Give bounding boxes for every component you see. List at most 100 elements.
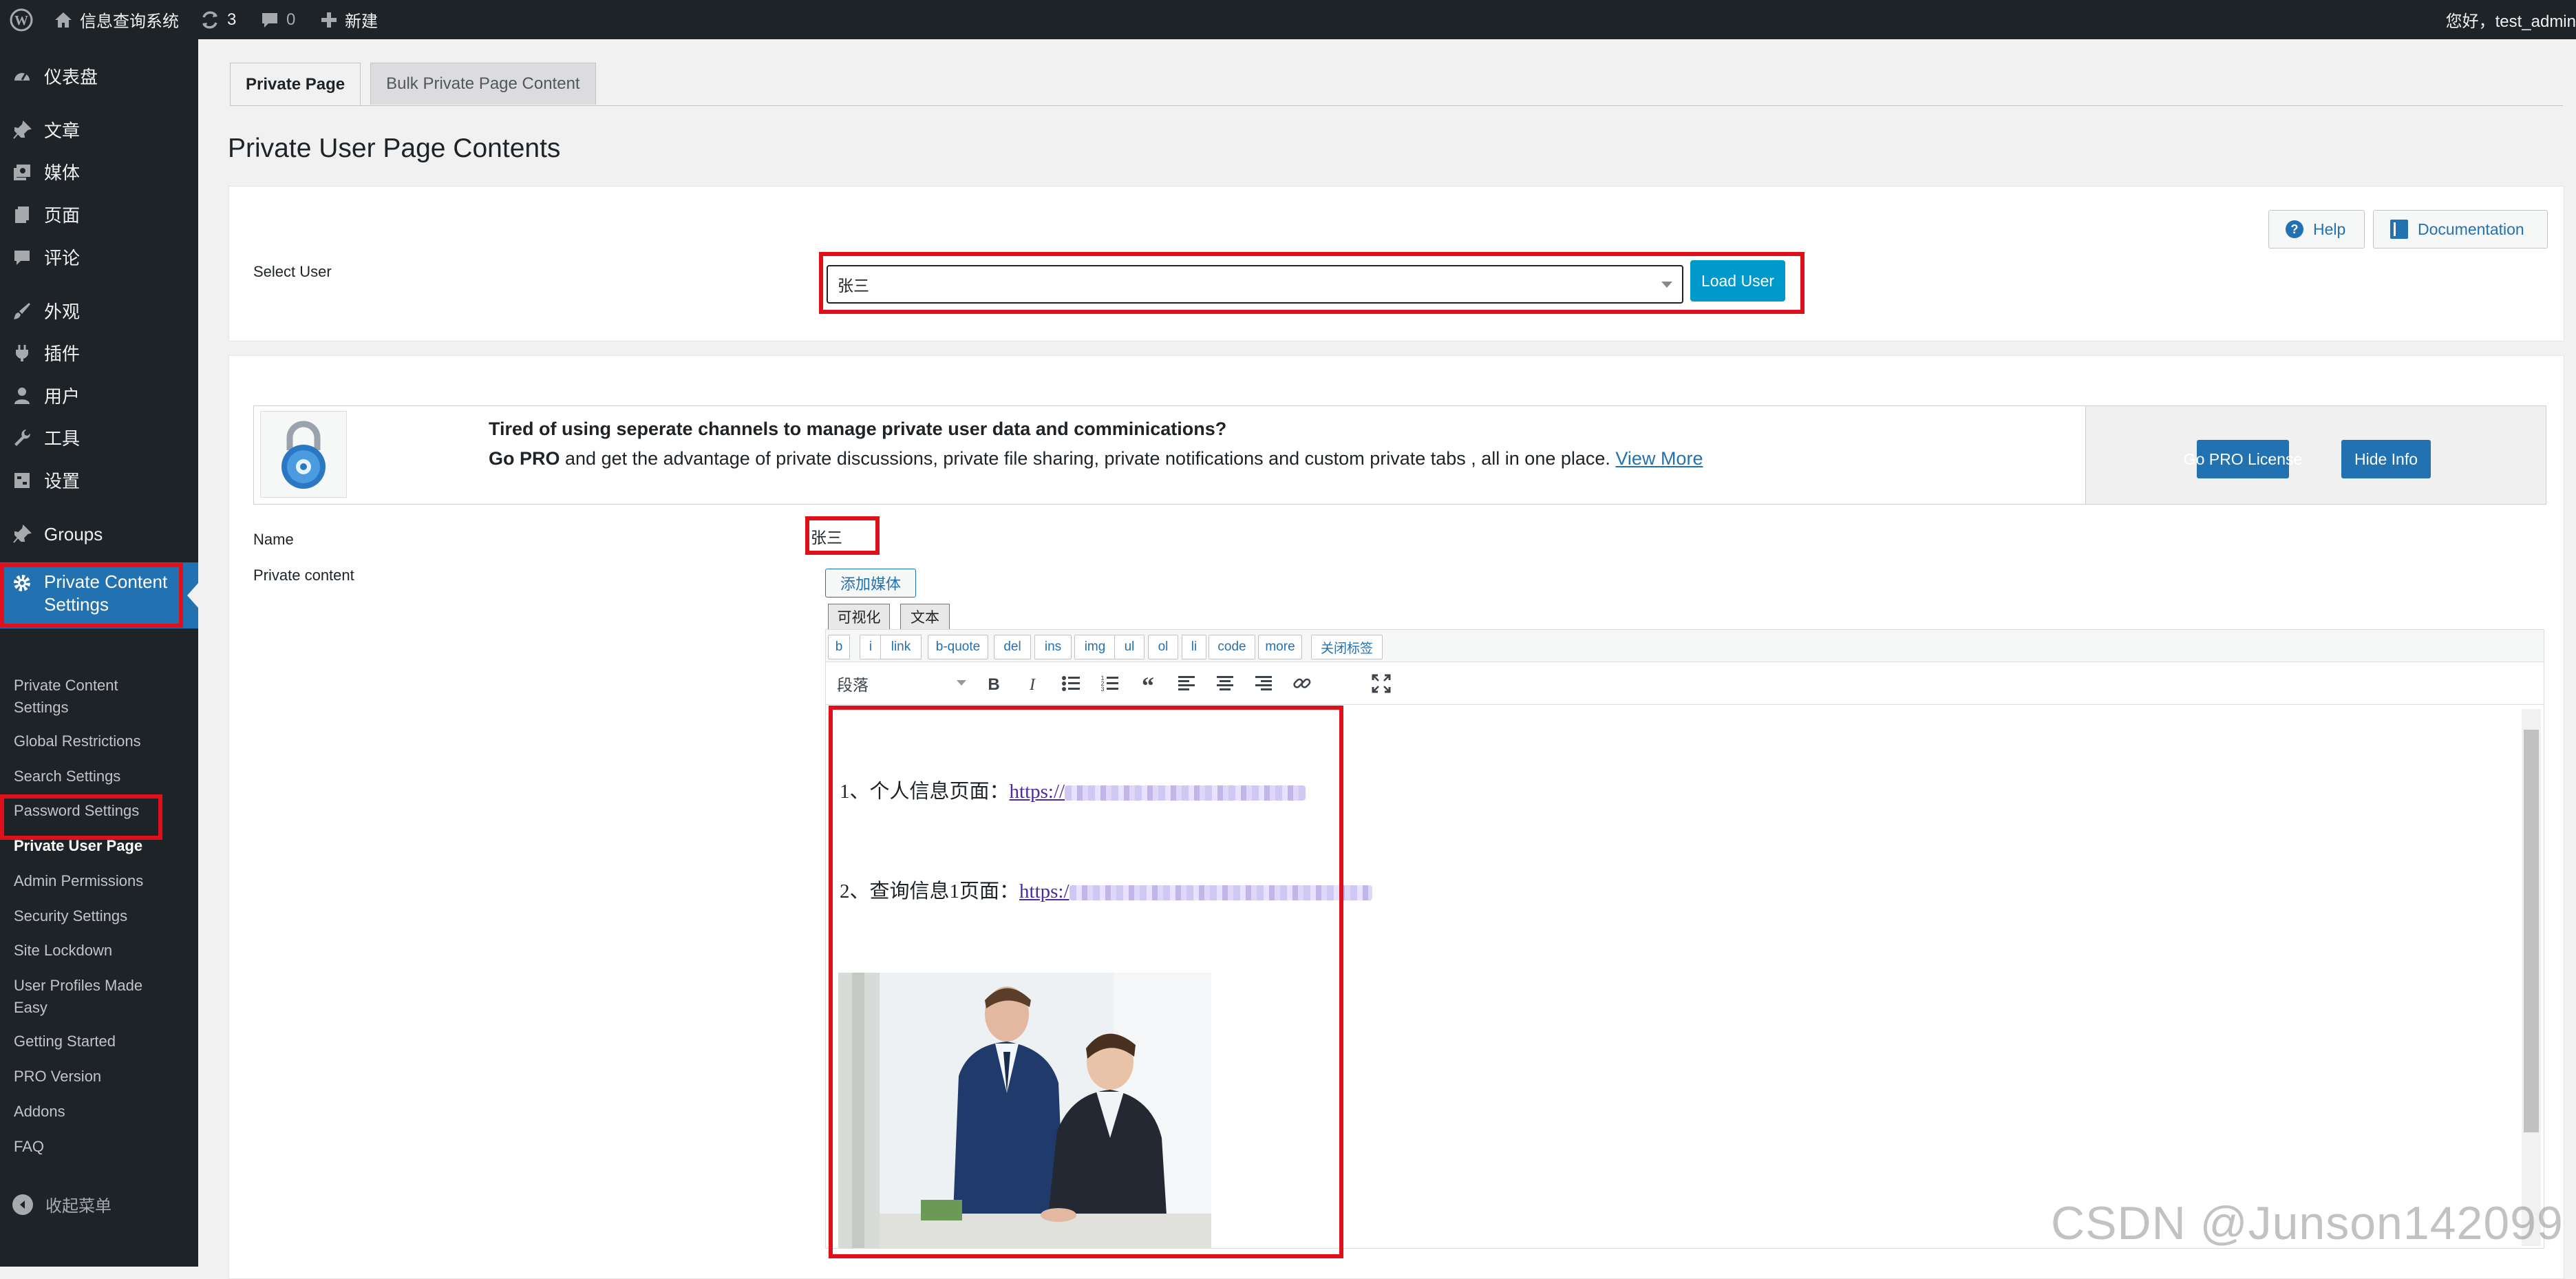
watermark: CSDN @Junson142099 (2051, 1197, 2564, 1249)
menu-pages[interactable]: 页面 (0, 202, 198, 227)
tab-text[interactable]: 文本 (900, 604, 950, 630)
collapse-arrow-icon (12, 1194, 33, 1215)
submenu-user-profiles[interactable]: User Profiles Made Easy (14, 975, 165, 1019)
comments-count: 0 (286, 10, 296, 29)
align-right-icon[interactable] (1250, 670, 1277, 697)
blockquote-icon[interactable]: “ (1135, 670, 1161, 697)
qt-ol-button[interactable]: ol (1148, 635, 1178, 659)
account-menu[interactable]: 您好，test_admin (2446, 0, 2576, 39)
qt-code-button[interactable]: code (1209, 635, 1255, 659)
submenu-pro-version[interactable]: PRO Version (14, 1066, 193, 1088)
menu-posts[interactable]: 文章 (0, 117, 198, 142)
go-pro-license-button[interactable]: Go PRO License (2184, 440, 2302, 478)
menu-media[interactable]: 媒体 (0, 159, 198, 184)
menu-comments[interactable]: 评论 (0, 244, 198, 270)
editor-scrollbar-thumb[interactable] (2524, 730, 2539, 1132)
numbered-list-icon[interactable]: 123 (1096, 670, 1122, 697)
padlock-icon (260, 411, 347, 498)
align-center-icon[interactable] (1212, 670, 1238, 697)
private-content-label: Private content (253, 567, 354, 584)
qt-more-button[interactable]: more (1258, 635, 1302, 659)
menu-label: 页面 (44, 205, 81, 226)
submenu-addons[interactable]: Addons (14, 1101, 193, 1123)
qt-img-button[interactable]: img (1074, 635, 1116, 659)
italic-icon[interactable]: I (1019, 670, 1045, 697)
qt-link-button[interactable]: link (880, 635, 922, 659)
menu-label: 仪表盘 (44, 67, 98, 87)
greeting: 您好，test_admin (2445, 12, 2576, 31)
comments-link[interactable]: 0 (260, 0, 295, 39)
format-select-value: 段落 (837, 676, 869, 694)
submenu-admin-permissions[interactable]: Admin Permissions (14, 870, 193, 892)
documentation-button[interactable]: Documentation (2373, 210, 2548, 249)
menu-plugins[interactable]: 插件 (0, 340, 198, 366)
menu-appearance[interactable]: 外观 (0, 298, 198, 324)
highlight-private-content-settings (0, 563, 183, 628)
menu-label: 外观 (44, 302, 81, 322)
format-select[interactable]: 段落 (837, 672, 966, 695)
submenu-getting-started[interactable]: Getting Started (14, 1030, 193, 1053)
qt-ul-button[interactable]: ul (1114, 635, 1145, 659)
dashboard-icon (11, 65, 33, 87)
highlight-select-user (819, 252, 1805, 314)
qt-bquote-button[interactable]: b-quote (928, 635, 988, 659)
book-icon (2390, 220, 2408, 239)
new-label: 新建 (345, 12, 378, 31)
menu-users[interactable]: 用户 (0, 383, 198, 408)
user-icon (11, 385, 33, 407)
qt-italic-button[interactable]: i (860, 635, 882, 659)
menu-dashboard[interactable]: 仪表盘 (0, 63, 198, 89)
view-more-link[interactable]: View More (1615, 448, 1703, 469)
submenu-faq[interactable]: FAQ (14, 1136, 193, 1158)
qt-li-button[interactable]: li (1182, 635, 1206, 659)
menu-tools[interactable]: 工具 (0, 425, 198, 450)
wordpress-logo-icon[interactable]: W (10, 0, 33, 39)
menu-label: 插件 (44, 343, 81, 364)
comment-icon (262, 12, 277, 28)
submenu-security-settings[interactable]: Security Settings (14, 905, 193, 927)
align-left-icon[interactable] (1173, 670, 1200, 697)
tab-bulk-private-page-content[interactable]: Bulk Private Page Content (370, 63, 596, 105)
help-button[interactable]: ? Help (2268, 210, 2365, 249)
bullet-list-icon[interactable] (1058, 670, 1084, 697)
bold-icon[interactable]: B (981, 670, 1007, 697)
submenu-search-settings[interactable]: Search Settings (14, 765, 193, 788)
select-user-label: Select User (253, 263, 332, 280)
qt-ins-button[interactable]: ins (1034, 635, 1072, 659)
plus-icon (321, 12, 337, 28)
svg-text:I: I (1029, 676, 1036, 694)
plugin-icon (11, 342, 33, 364)
link-icon[interactable] (1289, 670, 1315, 697)
tab-visual[interactable]: 可视化 (828, 604, 890, 630)
svg-text:W: W (14, 13, 28, 28)
menu-label: 文章 (44, 120, 81, 141)
hide-info-button[interactable]: Hide Info (2341, 440, 2431, 478)
submenu-site-lockdown[interactable]: Site Lockdown (14, 940, 193, 962)
pin-icon (11, 119, 33, 141)
collapse-menu-button[interactable]: 收起菜单 (0, 1192, 111, 1216)
name-label: Name (253, 531, 294, 548)
site-name-link[interactable]: 信息查询系统 (54, 0, 179, 39)
submenu-private-content-settings[interactable]: Private Content Settings (14, 675, 151, 719)
qt-del-button[interactable]: del (994, 635, 1031, 659)
help-icon: ? (2286, 220, 2303, 238)
submenu-global-restrictions[interactable]: Global Restrictions (14, 730, 193, 752)
refresh-icon (202, 10, 217, 29)
menu-label: Groups (44, 523, 103, 545)
fullscreen-icon[interactable] (1368, 670, 1394, 697)
tab-private-page[interactable]: Private Page (230, 63, 361, 106)
highlight-name (805, 516, 880, 555)
menu-settings[interactable]: 设置 (0, 467, 198, 493)
page-title: Private User Page Contents (228, 134, 561, 163)
menu-label: 评论 (44, 248, 81, 268)
new-content-link[interactable]: 新建 (320, 0, 378, 39)
menu-label: 媒体 (44, 162, 81, 183)
updates-link[interactable]: 3 (200, 0, 236, 39)
visual-editor-toolbar: 段落 B I 123 “ (825, 662, 2544, 705)
promo-body: and get the advantage of private discuss… (560, 448, 1616, 469)
documentation-label: Documentation (2418, 220, 2524, 238)
add-media-button[interactable]: 添加媒体 (825, 569, 916, 598)
menu-groups[interactable]: Groups (0, 523, 198, 545)
qt-close-tags-button[interactable]: 关闭标签 (1311, 635, 1383, 659)
qt-bold-button[interactable]: b (828, 635, 850, 659)
